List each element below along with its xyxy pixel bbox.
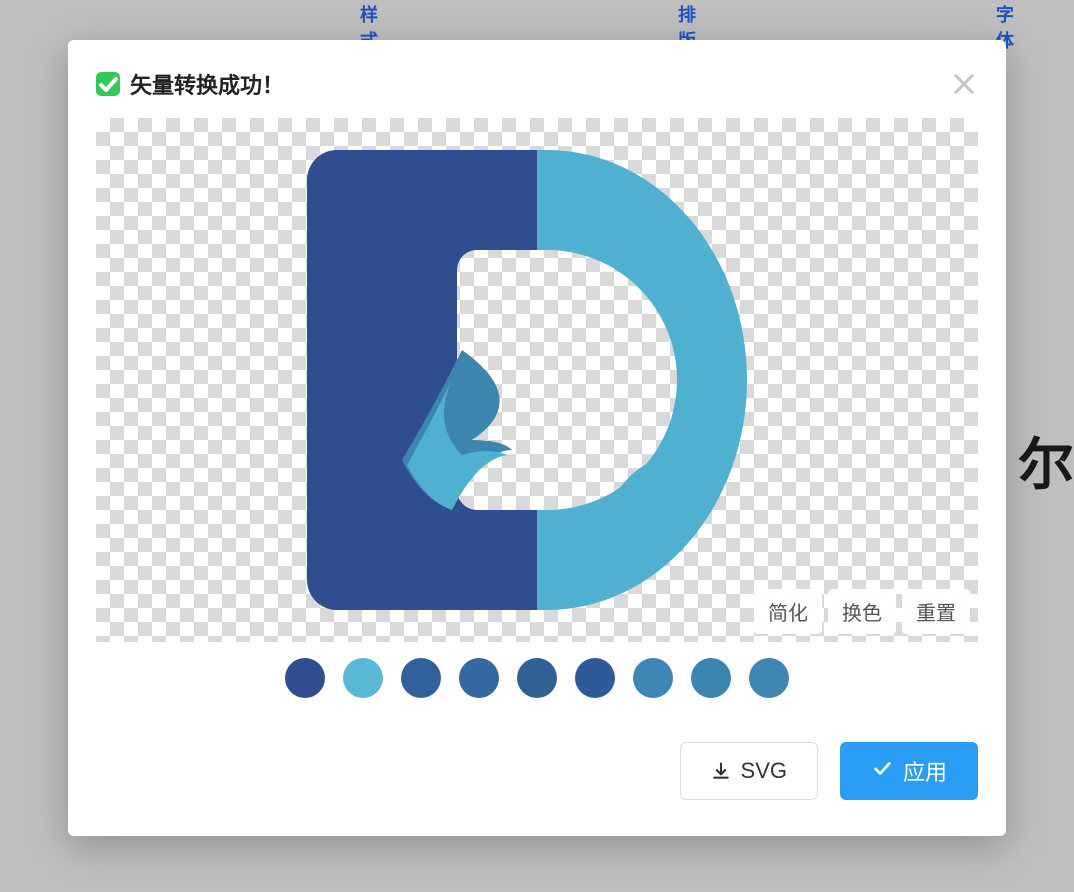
apply-button[interactable]: 应用: [840, 742, 978, 800]
download-svg-button[interactable]: SVG: [680, 742, 818, 800]
modal-title: 矢量转换成功！: [130, 68, 284, 100]
download-icon: [711, 761, 731, 781]
download-svg-label: SVG: [741, 758, 787, 784]
modal-actions: SVG 应用: [96, 742, 978, 800]
check-icon: [871, 757, 893, 785]
swatch-4[interactable]: [517, 658, 557, 698]
swatch-7[interactable]: [691, 658, 731, 698]
swatch-6[interactable]: [633, 658, 673, 698]
vector-preview-logo: [277, 120, 797, 640]
color-swatches: [96, 658, 978, 698]
close-icon[interactable]: [950, 70, 978, 98]
swatch-1[interactable]: [343, 658, 383, 698]
swatch-5[interactable]: [575, 658, 615, 698]
swatch-3[interactable]: [459, 658, 499, 698]
swatch-0[interactable]: [285, 658, 325, 698]
preview-actions: 简化 换色 重置: [754, 589, 970, 634]
recolor-button[interactable]: 换色: [828, 589, 896, 634]
preview-canvas: 简化 换色 重置: [96, 118, 978, 642]
apply-label: 应用: [903, 755, 947, 787]
vector-convert-modal: 矢量转换成功！: [68, 40, 1006, 836]
simplify-button[interactable]: 简化: [754, 589, 822, 634]
swatch-8[interactable]: [749, 658, 789, 698]
success-check-icon: [96, 72, 120, 96]
swatch-2[interactable]: [401, 658, 441, 698]
modal-header: 矢量转换成功！: [96, 68, 978, 100]
reset-button[interactable]: 重置: [902, 589, 970, 634]
